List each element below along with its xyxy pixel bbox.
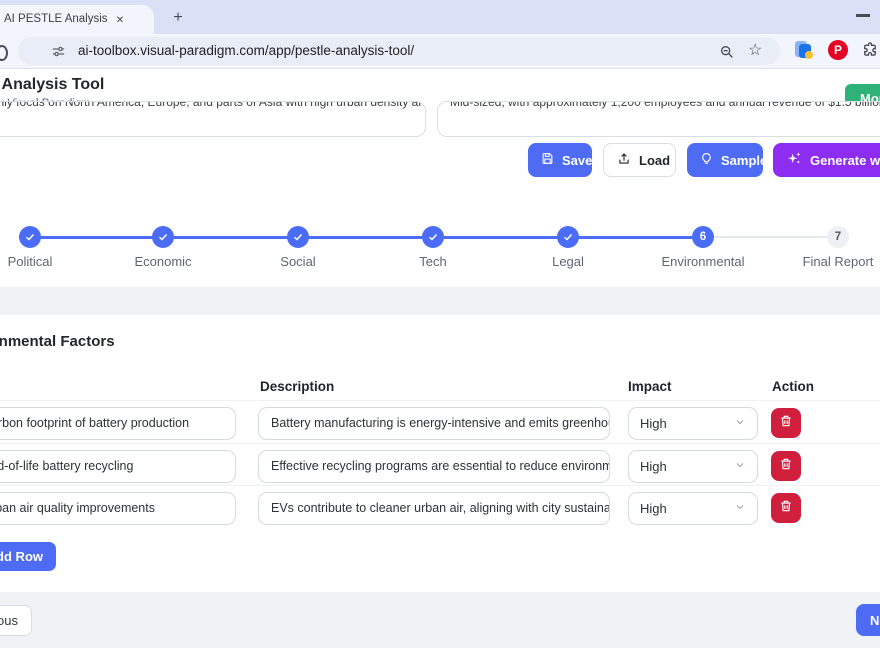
add-row-button[interactable]: + Add Row (0, 542, 56, 571)
browser-toolbar: ai-toolbox.visual-paradigm.com/app/pestl… (0, 34, 880, 69)
check-icon (292, 231, 304, 243)
row-divider (0, 400, 880, 401)
step-circle-legal[interactable] (557, 226, 579, 248)
check-icon (427, 231, 439, 243)
trash-icon (779, 457, 793, 476)
save-icon (541, 152, 554, 168)
site-info-icon[interactable] (50, 43, 66, 59)
step-label-tech: Tech (363, 254, 503, 269)
delete-row-button[interactable] (771, 408, 801, 438)
trash-icon (779, 414, 793, 433)
row-divider (0, 485, 880, 486)
extension-icon-blue[interactable] (795, 41, 813, 59)
sample-button[interactable]: Sample (687, 143, 763, 177)
browser-window: AI PESTLE Analysis Tool - B ✕ + ai-toolb… (0, 0, 880, 660)
column-header-action: Action (772, 379, 814, 394)
step-circle-final-report[interactable]: 7 (827, 226, 849, 248)
next-button[interactable]: Next (856, 604, 880, 636)
step-circle-social[interactable] (287, 226, 309, 248)
delete-row-button[interactable] (771, 451, 801, 481)
save-button[interactable]: Save (528, 143, 592, 177)
tab-close-icon[interactable]: ✕ (112, 12, 128, 28)
chevron-down-icon (734, 501, 746, 516)
chevron-down-icon (734, 459, 746, 474)
sparkles-icon (786, 151, 802, 170)
step-label-final-report: Final Report (768, 254, 880, 269)
address-bar[interactable]: ai-toolbox.visual-paradigm.com/app/pestl… (18, 37, 780, 65)
company-textarea[interactable]: Mid-sized, with approximately 1,200 empl… (437, 101, 880, 137)
generate-button[interactable]: Generate with AI (773, 143, 880, 177)
chevron-down-icon (734, 416, 746, 431)
bookmark-star-icon[interactable]: ☆ (748, 40, 762, 60)
page-title: AI PESTLE Analysis Tool (0, 76, 104, 94)
load-button[interactable]: Load (603, 143, 676, 177)
check-icon (562, 231, 574, 243)
stepper-connector-complete (30, 236, 703, 239)
scope-textarea[interactable]: We mainly focus on North America, Europe… (0, 101, 426, 137)
zoom-out-icon[interactable] (718, 43, 735, 60)
description-input[interactable]: Battery manufacturing is energy-intensiv… (258, 407, 610, 440)
factor-input[interactable]: Urban air quality improvements (0, 492, 236, 525)
factor-input[interactable]: Carbon footprint of battery production (0, 407, 236, 440)
section-gap (0, 287, 880, 315)
reload-icon[interactable] (0, 45, 8, 61)
browser-tab[interactable]: AI PESTLE Analysis Tool - B ✕ (0, 5, 154, 34)
factor-input[interactable]: End-of-life battery recycling (0, 450, 236, 483)
row-divider (0, 443, 880, 444)
column-header-impact: Impact (628, 379, 672, 394)
trash-icon (779, 499, 793, 518)
tab-title: AI PESTLE Analysis Tool - B (4, 13, 108, 28)
url-text: ai-toolbox.visual-paradigm.com/app/pestl… (78, 43, 414, 58)
factors-heading: Environmental Factors (0, 333, 115, 350)
step-circle-political[interactable] (19, 226, 41, 248)
step-label-economic: Economic (93, 254, 233, 269)
description-input[interactable]: EVs contribute to cleaner urban air, ali… (258, 492, 610, 525)
delete-row-button[interactable] (771, 493, 801, 523)
step-circle-economic[interactable] (152, 226, 174, 248)
step-label-political: Political (0, 254, 100, 269)
new-tab-button[interactable]: + (168, 8, 188, 28)
column-header-description: Description (260, 379, 334, 394)
step-label-environmental: Environmental (633, 254, 773, 269)
step-label-legal: Legal (498, 254, 638, 269)
impact-select[interactable]: High (628, 450, 758, 483)
impact-select[interactable]: High (628, 492, 758, 525)
extensions-puzzle-icon[interactable] (860, 40, 879, 59)
step-circle-tech[interactable] (422, 226, 444, 248)
check-icon (24, 231, 36, 243)
tab-strip: AI PESTLE Analysis Tool - B ✕ + (0, 0, 880, 34)
check-icon (157, 231, 169, 243)
description-input[interactable]: Effective recycling programs are essenti… (258, 450, 610, 483)
step-circle-environmental[interactable]: 6 (692, 226, 714, 248)
impact-select[interactable]: High (628, 407, 758, 440)
lightbulb-icon (700, 152, 713, 169)
stepper-connector-upcoming (703, 236, 838, 238)
pinterest-extension-icon[interactable]: P (828, 40, 848, 60)
step-label-social: Social (228, 254, 368, 269)
upload-icon (617, 152, 631, 169)
footer-band (0, 592, 880, 648)
minimize-button[interactable] (856, 14, 870, 17)
previous-button[interactable]: Previous (0, 605, 32, 636)
